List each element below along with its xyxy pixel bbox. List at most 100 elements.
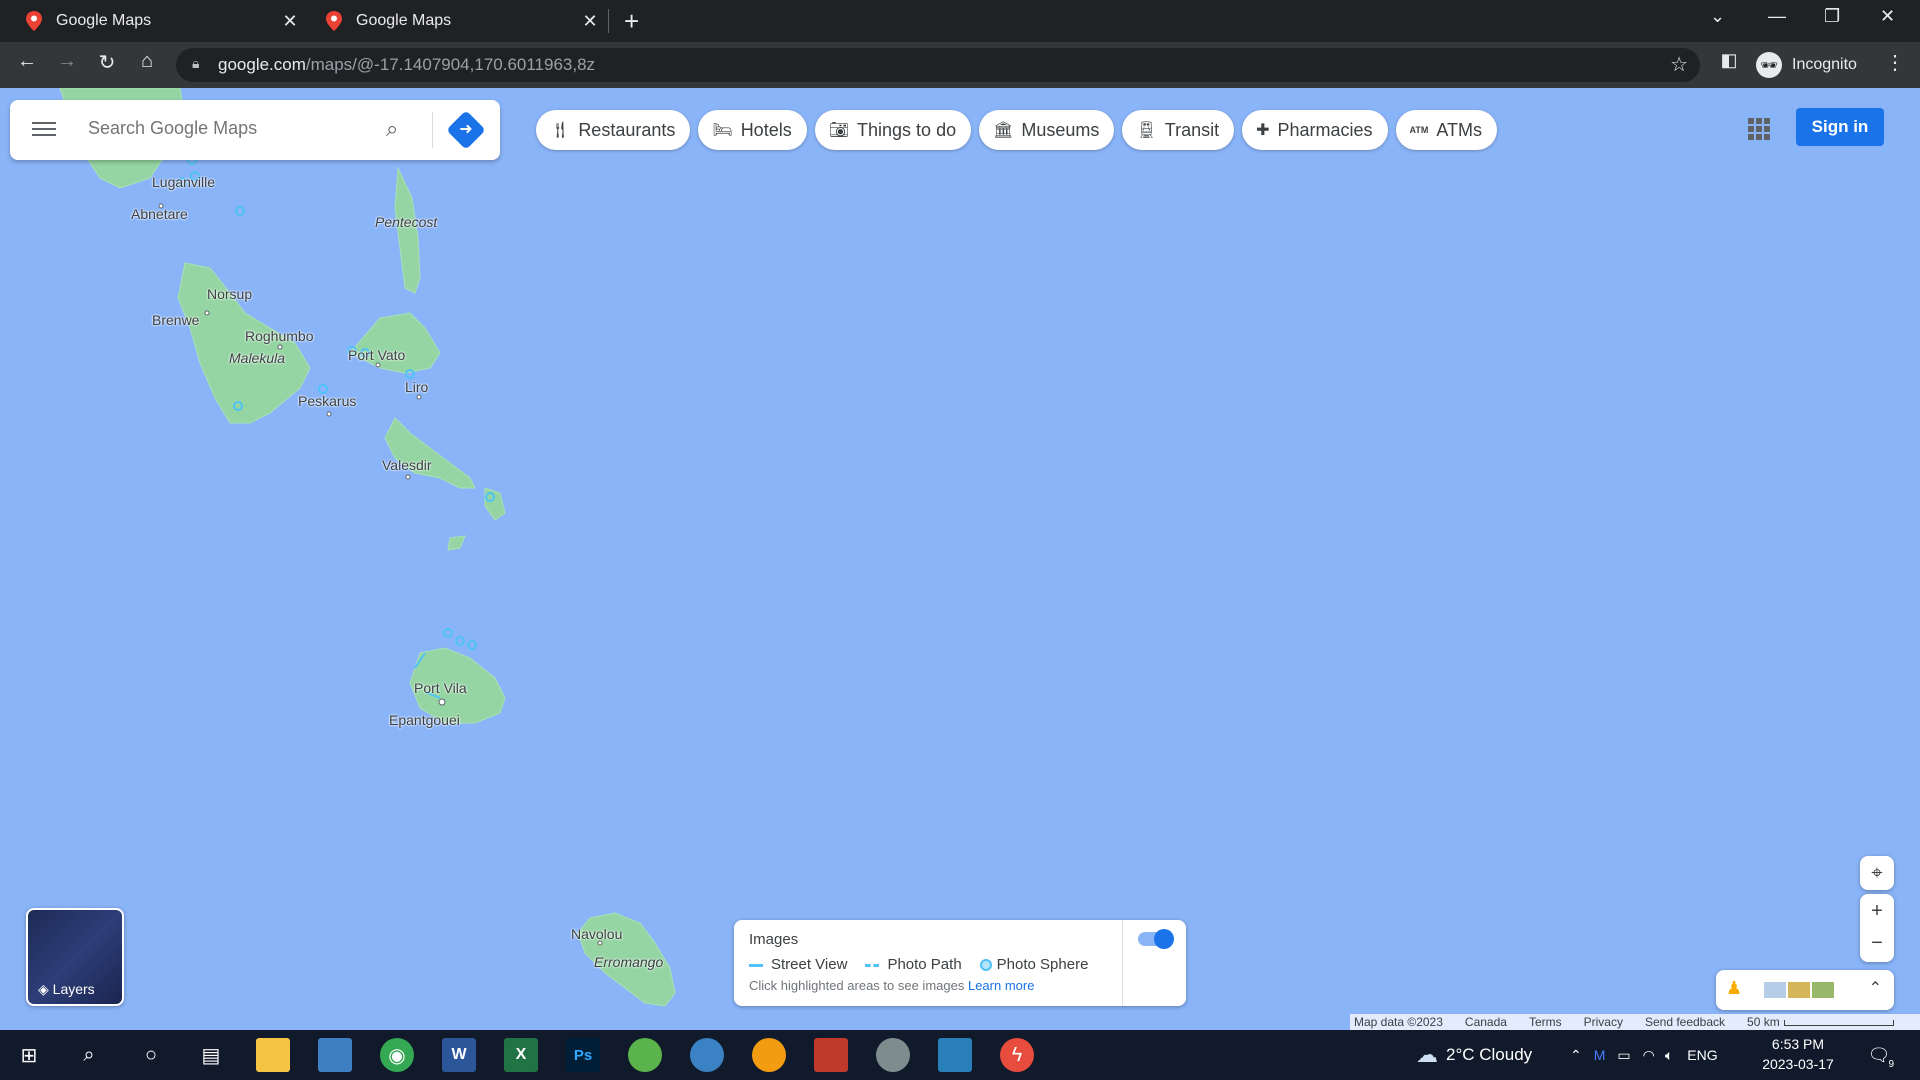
close-window-icon[interactable]: ✕ <box>1880 6 1895 27</box>
chevron-up-icon[interactable]: ⌃ <box>1570 1047 1582 1064</box>
excel-icon[interactable]: X <box>504 1038 538 1072</box>
thumbnail-image[interactable] <box>1812 982 1834 998</box>
island-label[interactable]: Malekula <box>229 350 285 366</box>
place-label[interactable]: Peskarus <box>298 393 356 409</box>
app-icon[interactable] <box>814 1038 848 1072</box>
place-label[interactable]: Roghumbo <box>245 328 314 344</box>
search-icon[interactable]: ⌕ <box>72 1038 106 1072</box>
epi-island <box>384 417 476 489</box>
museum-icon: 🏛︎ <box>993 122 1014 139</box>
bookmark-star-icon[interactable]: ☆ <box>1670 52 1688 77</box>
browser-tab[interactable]: Google Maps ✕ <box>300 0 610 42</box>
privacy-link[interactable]: Privacy <box>1584 1015 1623 1029</box>
browser-tab[interactable]: Google Maps ✕ <box>0 0 310 42</box>
terms-link[interactable]: Terms <box>1529 1015 1562 1029</box>
menu-icon[interactable] <box>32 118 56 142</box>
photos-icon[interactable] <box>938 1038 972 1072</box>
language-indicator[interactable]: ENG <box>1687 1047 1717 1063</box>
place-label[interactable]: Liro <box>405 379 428 395</box>
wifi-icon[interactable]: ◠ <box>1643 1047 1655 1064</box>
volume-icon[interactable]: 🔈︎ <box>1665 1047 1673 1064</box>
map-footer: Map data ©2023 Canada Terms Privacy Send… <box>1350 1014 1920 1030</box>
images-toggle[interactable] <box>1138 929 1174 949</box>
send-feedback-link[interactable]: Send feedback <box>1645 1015 1725 1029</box>
place-label[interactable]: Norsup <box>207 286 252 302</box>
zoom-out-icon[interactable]: − <box>1860 928 1894 962</box>
address-bar[interactable]: 🔒︎ google.com/maps/@-17.1407904,170.6011… <box>176 48 1700 82</box>
search-input[interactable] <box>88 118 368 139</box>
app-icon[interactable] <box>876 1038 910 1072</box>
sign-in-button[interactable]: Sign in <box>1796 108 1884 146</box>
minimize-icon[interactable]: — <box>1768 6 1786 27</box>
place-label[interactable]: Valesdir <box>382 457 432 473</box>
chip-things-to-do[interactable]: 📷︎ Things to do <box>814 110 972 150</box>
close-tab-icon[interactable]: ✕ <box>580 11 600 32</box>
close-tab-icon[interactable]: ✕ <box>280 11 300 32</box>
search-icon[interactable]: ⌕ <box>386 116 398 142</box>
layers-button[interactable]: ◈ Layers <box>26 908 124 1006</box>
reload-icon[interactable]: ↻ <box>92 50 122 75</box>
word-icon[interactable]: W <box>442 1038 476 1072</box>
browser-menu-icon[interactable]: ⋮ <box>1880 50 1910 75</box>
incognito-label: Incognito <box>1792 56 1857 73</box>
place-label[interactable]: Luganville <box>152 174 215 190</box>
clock[interactable]: 6:53 PM 2023-03-17 <box>1756 1034 1840 1074</box>
pharmacy-icon: ✚ <box>1256 122 1270 139</box>
photoshop-icon[interactable]: Ps <box>566 1038 600 1072</box>
weather-widget[interactable]: ☁︎ 2°C Cloudy <box>1416 1030 1532 1080</box>
system-tray[interactable]: ⌃ M ▭ ◠ 🔈︎ ENG <box>1570 1030 1718 1080</box>
home-icon[interactable]: ⌂ <box>132 50 162 73</box>
control-panel-icon[interactable] <box>318 1038 352 1072</box>
region-link[interactable]: Canada <box>1465 1015 1507 1029</box>
place-label[interactable]: Port Vato <box>348 347 405 363</box>
chip-restaurants[interactable]: 🍴︎ Restaurants <box>536 110 691 150</box>
incognito-profile-button[interactable]: 🕶︎ Incognito <box>1756 48 1857 82</box>
scale-bar[interactable]: 50 km <box>1747 1015 1894 1029</box>
taskbar: ⊞ ⌕ ○ ▤ ◉ W X Ps ϟ ☁︎ 2°C Cloudy ⌃ M ▭ ◠ … <box>0 1030 1920 1080</box>
new-tab-icon[interactable]: + <box>624 6 639 37</box>
notifications-icon[interactable]: 🗨︎ 9 <box>1862 1038 1896 1072</box>
side-panel-icon[interactable]: ◧ <box>1714 50 1744 71</box>
chrome-icon[interactable]: ◉ <box>380 1038 414 1072</box>
windows-start-icon[interactable]: ⊞ <box>12 1038 46 1072</box>
google-apps-icon[interactable] <box>1748 118 1770 140</box>
battery-icon[interactable]: ▭ <box>1617 1047 1630 1064</box>
app-icon[interactable]: ϟ <box>1000 1038 1034 1072</box>
island-label[interactable]: Erromango <box>594 954 663 970</box>
chevron-up-icon[interactable]: ⌃ <box>1869 978 1882 998</box>
thumbnail-image[interactable] <box>1764 982 1786 998</box>
back-icon[interactable]: ← <box>12 50 42 73</box>
place-label[interactable]: Abnetare <box>131 206 188 222</box>
map-canvas[interactable]: Luganville Abnetare Pentecost Norsup Bre… <box>0 88 1920 1030</box>
zoom-in-icon[interactable]: + <box>1860 894 1894 928</box>
legend-photo-sphere: Photo Sphere <box>979 956 1088 973</box>
learn-more-link[interactable]: Learn more <box>968 978 1034 993</box>
app-tray-icon[interactable]: M <box>1594 1047 1606 1063</box>
restore-icon[interactable]: ❐ <box>1824 6 1840 27</box>
forward-icon[interactable]: → <box>52 50 82 73</box>
lock-icon[interactable]: 🔒︎ <box>192 55 199 72</box>
chip-transit[interactable]: 🚆︎ Transit <box>1122 110 1235 150</box>
task-view-icon[interactable]: ▤ <box>194 1038 228 1072</box>
place-label[interactable]: Brenwe <box>152 312 199 328</box>
file-explorer-icon[interactable] <box>256 1038 290 1072</box>
my-location-icon[interactable]: ⌖ <box>1860 856 1894 890</box>
app-icon[interactable] <box>752 1038 786 1072</box>
game-icon[interactable] <box>628 1038 662 1072</box>
island-label[interactable]: Pentecost <box>375 214 437 230</box>
place-label[interactable]: Epantgouei <box>389 712 460 728</box>
pegman-icon[interactable]: ♟︎ <box>1726 978 1742 999</box>
chip-pharmacies[interactable]: ✚ Pharmacies <box>1242 110 1388 150</box>
chip-atms[interactable]: ATM ATMs <box>1395 110 1498 150</box>
cortana-icon[interactable]: ○ <box>134 1038 168 1072</box>
directions-icon[interactable]: ➜ <box>446 110 486 150</box>
shepherd-island <box>447 535 466 551</box>
app-icon[interactable] <box>690 1038 724 1072</box>
images-panel: Images Street View Photo Path Photo Sphe… <box>734 920 1186 1006</box>
tab-search-icon[interactable]: ⌄ <box>1710 6 1725 27</box>
place-label[interactable]: Navolou <box>571 926 622 942</box>
place-label[interactable]: Port Vila <box>414 680 467 696</box>
chip-museums[interactable]: 🏛︎ Museums <box>979 110 1115 150</box>
thumbnail-image[interactable] <box>1788 982 1810 998</box>
chip-hotels[interactable]: 🛏︎ Hotels <box>698 110 807 150</box>
